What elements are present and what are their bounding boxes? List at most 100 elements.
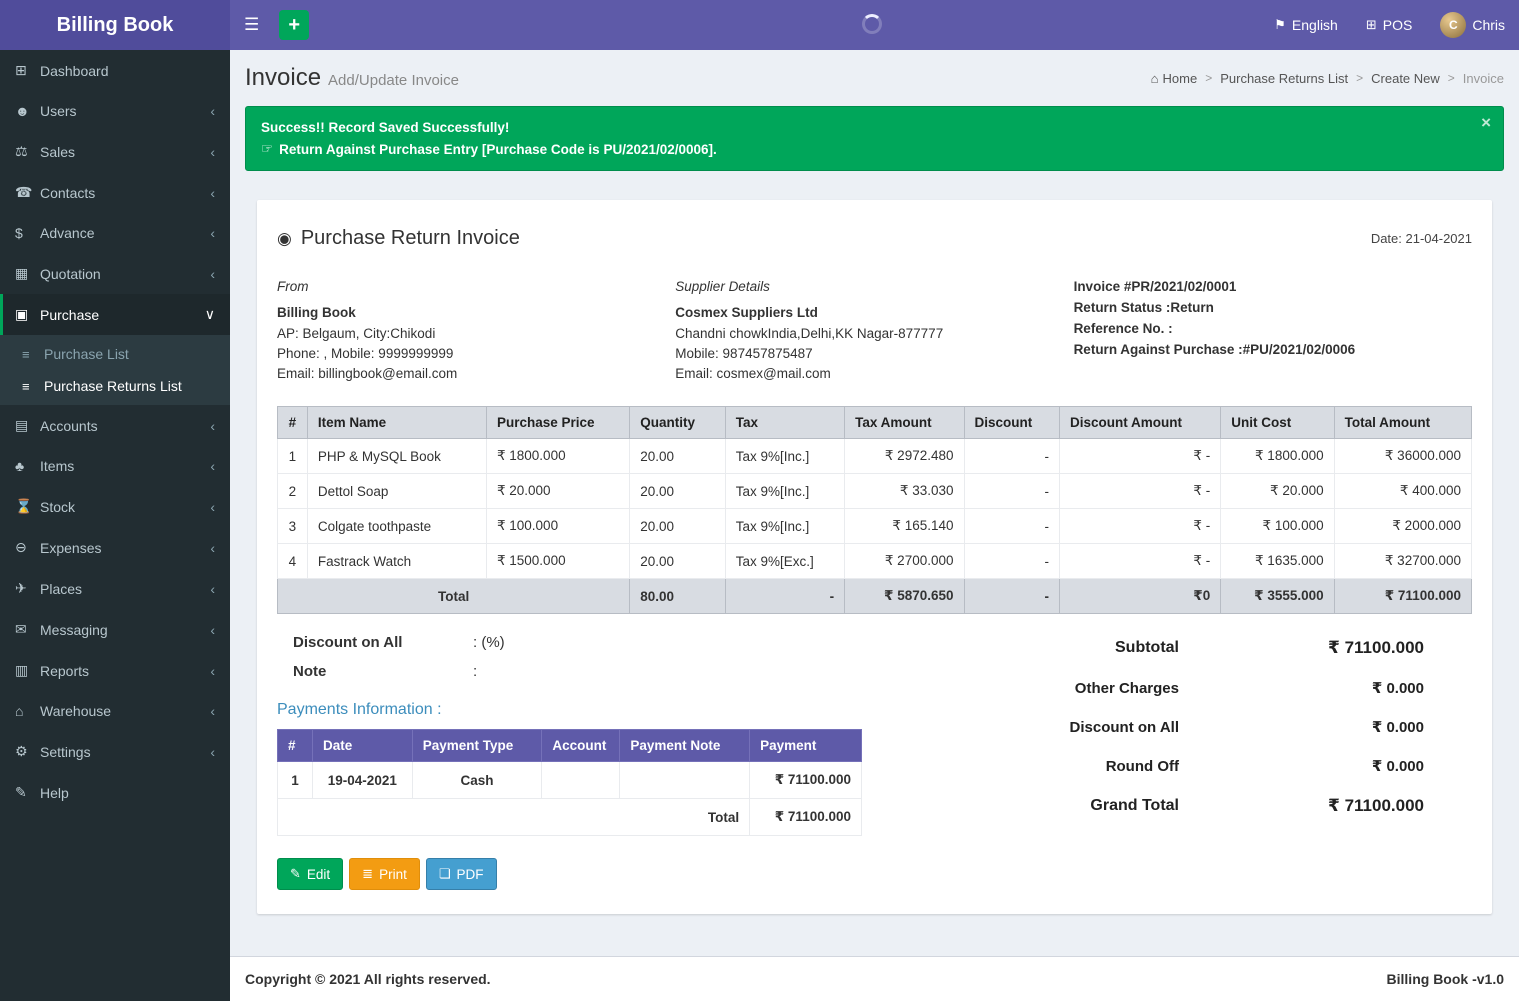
breadcrumb-purchase-returns-list[interactable]: Purchase Returns List xyxy=(1220,71,1348,86)
sidebar-item-label: Purchase List xyxy=(44,346,129,362)
loading-spinner-icon xyxy=(862,14,882,34)
alert-close-button[interactable]: × xyxy=(1481,114,1491,131)
cell: 1 xyxy=(278,762,313,799)
cell: ₹ - xyxy=(1060,544,1221,579)
column-header: Total Amount xyxy=(1334,407,1471,439)
sidebar-item-help[interactable]: ✎ Help xyxy=(0,772,230,813)
users-icon: ☻ xyxy=(15,103,40,119)
sidebar-item-quotation[interactable]: ▦ Quotation ‹ xyxy=(0,253,230,294)
pos-plus-icon: ⊞ xyxy=(1366,17,1377,33)
chevron-left-icon: ‹ xyxy=(210,103,215,119)
invoice-title: ◉ Purchase Return Invoice xyxy=(277,227,520,250)
from-block: From Billing Book AP: Belgaum, City:Chik… xyxy=(277,277,675,384)
column-header: Payment xyxy=(750,730,862,762)
quotation-icon: ▦ xyxy=(15,265,40,282)
sidebar-item-purchase-list[interactable]: ≡ Purchase List xyxy=(0,338,230,370)
cell: 4 xyxy=(278,544,308,579)
payments-total-value: ₹ 71100.000 xyxy=(750,799,862,836)
sidebar-item-purchase[interactable]: ▣ Purchase ∨ xyxy=(0,294,230,335)
purchase-icon: ▣ xyxy=(15,306,40,323)
sidebar-item-accounts[interactable]: ▤ Accounts ‹ xyxy=(0,405,230,446)
sidebar-item-messaging[interactable]: ✉ Messaging ‹ xyxy=(0,609,230,650)
sidebar-item-settings[interactable]: ⚙ Settings ‹ xyxy=(0,731,230,772)
sidebar-item-advance[interactable]: $ Advance ‹ xyxy=(0,213,230,253)
user-name: Chris xyxy=(1472,17,1505,33)
sidebar-item-label: Warehouse xyxy=(40,703,210,719)
chevron-down-icon: ∨ xyxy=(205,306,215,323)
language-menu[interactable]: ⚑ English xyxy=(1260,0,1352,50)
sidebar-item-items[interactable]: ♣ Items ‹ xyxy=(0,446,230,486)
total-discount: - xyxy=(964,579,1060,614)
column-header: Discount Amount xyxy=(1060,407,1221,439)
sidebar-item-stock[interactable]: ⌛ Stock ‹ xyxy=(0,486,230,527)
page-subtitle: Add/Update Invoice xyxy=(328,72,459,89)
app-logo[interactable]: Billing Book xyxy=(0,0,230,50)
cell: - xyxy=(964,544,1060,579)
chevron-left-icon: ‹ xyxy=(210,225,215,241)
sidebar-item-label: Purchase Returns List xyxy=(44,378,182,394)
plus-icon: + xyxy=(288,14,300,37)
breadcrumb-label: Home xyxy=(1163,71,1198,86)
accounts-icon: ▤ xyxy=(15,417,40,434)
cell: 20.00 xyxy=(630,439,726,474)
sidebar-item-expenses[interactable]: ⊖ Expenses ‹ xyxy=(0,527,230,568)
user-menu[interactable]: C Chris xyxy=(1426,0,1519,50)
cell: ₹ 1800.000 xyxy=(486,439,629,474)
cell: ₹ 100.000 xyxy=(486,509,629,544)
chevron-left-icon: ‹ xyxy=(210,144,215,160)
breadcrumb-separator: > xyxy=(1205,71,1212,85)
sidebar-toggle-button[interactable]: ☰ xyxy=(230,0,273,50)
stock-icon: ⌛ xyxy=(15,498,40,515)
chevron-left-icon: ‹ xyxy=(210,703,215,719)
items-table: # Item Name Purchase Price Quantity Tax … xyxy=(277,406,1472,614)
purchase-submenu: ≡ Purchase List ≡ Purchase Returns List xyxy=(0,335,230,405)
quick-add-button[interactable]: + xyxy=(279,10,309,40)
cell: 1 xyxy=(278,439,308,474)
cell: ₹ 100.000 xyxy=(1221,509,1334,544)
sidebar-item-places[interactable]: ✈ Places ‹ xyxy=(0,568,230,609)
pos-button[interactable]: ⊞ POS xyxy=(1352,0,1426,50)
cell: 3 xyxy=(278,509,308,544)
envelope-icon: ✉ xyxy=(15,621,40,638)
action-buttons: ✎ Edit ≣ Print ❏ PDF xyxy=(277,858,1000,890)
cell: ₹ 32700.000 xyxy=(1334,544,1471,579)
pdf-button[interactable]: ❏ PDF xyxy=(426,858,497,890)
cell xyxy=(542,762,620,799)
home-icon: ⌂ xyxy=(1151,71,1159,86)
list-icon: ≡ xyxy=(22,379,44,394)
sidebar-item-sales[interactable]: ⚖ Sales ‹ xyxy=(0,131,230,172)
sidebar-item-purchase-returns-list[interactable]: ≡ Purchase Returns List xyxy=(0,370,230,402)
pdf-file-icon: ❏ xyxy=(439,866,451,882)
payments-header-row: # Date Payment Type Account Payment Note… xyxy=(278,730,862,762)
sidebar-item-contacts[interactable]: ☎ Contacts ‹ xyxy=(0,172,230,213)
hamburger-icon: ☰ xyxy=(244,15,259,35)
breadcrumb-home[interactable]: ⌂ Home xyxy=(1151,71,1198,86)
app-version: Billing Book -v1.0 xyxy=(1387,971,1504,987)
cell: 19-04-2021 xyxy=(312,762,412,799)
chevron-left-icon: ‹ xyxy=(210,540,215,556)
edit-button[interactable]: ✎ Edit xyxy=(277,858,343,890)
item-row: 2 Dettol Soap ₹ 20.000 20.00 Tax 9%[Inc.… xyxy=(278,474,1472,509)
cell: Tax 9%[Inc.] xyxy=(725,439,844,474)
cell: ₹ 2000.000 xyxy=(1334,509,1471,544)
column-header: Discount xyxy=(964,407,1060,439)
sidebar-item-users[interactable]: ☻ Users ‹ xyxy=(0,91,230,131)
sidebar-item-label: Users xyxy=(40,103,210,119)
edit-icon: ✎ xyxy=(290,866,301,882)
sidebar-item-label: Advance xyxy=(40,225,210,241)
content-wrapper: InvoiceAdd/Update Invoice ⌂ Home > Purch… xyxy=(230,0,1519,1001)
cell: Fastrack Watch xyxy=(307,544,486,579)
column-header: # xyxy=(278,730,313,762)
sidebar-item-label: Dashboard xyxy=(40,63,215,79)
invoice-date: Date: 21-04-2021 xyxy=(1371,231,1472,246)
print-button[interactable]: ≣ Print xyxy=(349,858,420,890)
flag-icon: ⚑ xyxy=(1274,17,1286,33)
breadcrumb-create-new[interactable]: Create New xyxy=(1371,71,1440,86)
cell: ₹ 20.000 xyxy=(1221,474,1334,509)
sidebar-item-dashboard[interactable]: ⊞ Dashboard xyxy=(0,50,230,91)
sidebar-item-warehouse[interactable]: ⌂ Warehouse ‹ xyxy=(0,691,230,731)
cell: PHP & MySQL Book xyxy=(307,439,486,474)
column-header: Unit Cost xyxy=(1221,407,1334,439)
chevron-left-icon: ‹ xyxy=(210,266,215,282)
sidebar-item-reports[interactable]: ▥ Reports ‹ xyxy=(0,650,230,691)
